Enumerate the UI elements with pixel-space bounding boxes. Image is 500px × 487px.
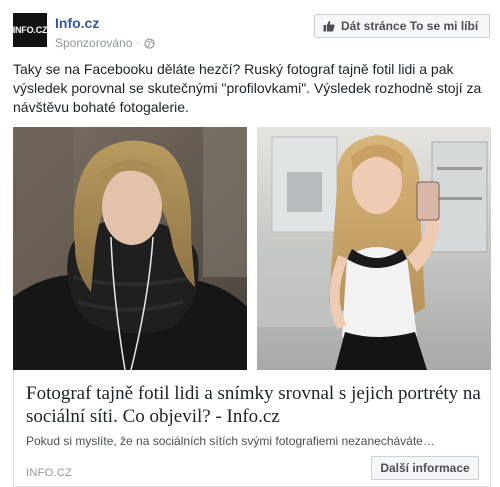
profile-photo[interactable] bbox=[257, 127, 491, 370]
thumb-up-icon bbox=[323, 20, 335, 32]
page-name-link[interactable]: Info.cz bbox=[55, 15, 99, 31]
more-info-button[interactable]: Další informace bbox=[371, 456, 479, 480]
like-page-label: Dát stránce To se mi líbí bbox=[341, 19, 479, 33]
link-description: Pokud si myslíte, že na sociálních sítíc… bbox=[26, 434, 435, 448]
sponsored-row: Sponzorováno · bbox=[55, 36, 155, 50]
candid-photo[interactable] bbox=[13, 127, 247, 370]
profile-photo-art bbox=[257, 127, 491, 370]
post-image-collage[interactable] bbox=[13, 127, 491, 370]
page-avatar[interactable]: INFO.CZ bbox=[12, 13, 48, 47]
like-page-button[interactable]: Dát stránce To se mi líbí bbox=[314, 14, 490, 38]
globe-icon[interactable] bbox=[144, 37, 155, 49]
post-text: Taky se na Facebooku děláte hezčí? Ruský… bbox=[13, 61, 482, 115]
sponsored-label[interactable]: Sponzorováno bbox=[55, 36, 132, 50]
avatar-logo: INFO.CZ bbox=[12, 25, 48, 35]
candid-photo-art bbox=[13, 127, 247, 370]
link-headline[interactable]: Fotograf tajně fotil lidi a snímky srovn… bbox=[26, 382, 482, 428]
sponsored-post: INFO.CZ Info.cz Sponzorováno · Dát strán… bbox=[0, 0, 500, 487]
separator-dot: · bbox=[136, 37, 140, 49]
link-domain: INFO.CZ bbox=[26, 467, 73, 479]
link-preview[interactable]: Fotograf tajně fotil lidi a snímky srovn… bbox=[13, 370, 491, 487]
